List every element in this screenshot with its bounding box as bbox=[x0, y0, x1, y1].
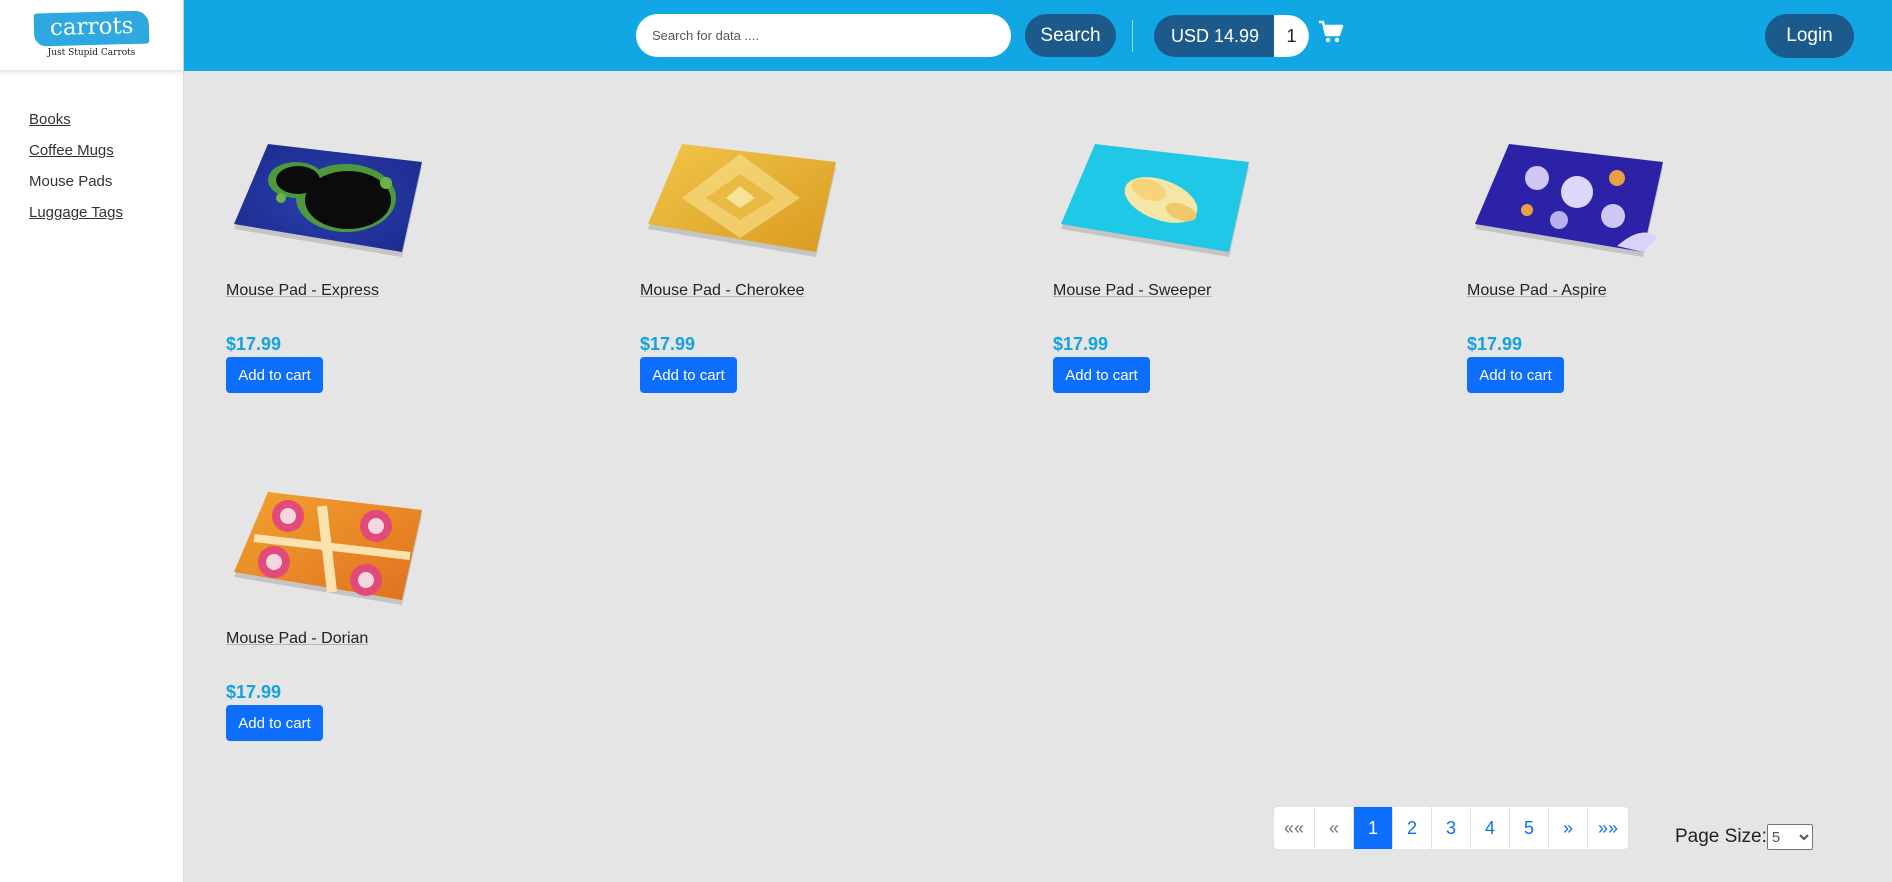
product-title[interactable]: Mouse Pad - Express bbox=[226, 282, 379, 300]
product-price: $17.99 bbox=[640, 334, 696, 354]
page-button-4[interactable]: 4 bbox=[1470, 807, 1509, 849]
category-nav: Books Coffee Mugs Mouse Pads Luggage Tag… bbox=[0, 71, 183, 222]
product-card: Mouse Pad - Express $17.99 Add to cart bbox=[226, 128, 486, 393]
logo-wordmark: carrots bbox=[33, 10, 150, 47]
pagination: «« « 1 2 3 4 5 » »» bbox=[1273, 806, 1630, 850]
sidebar-item-luggage-tags[interactable]: Luggage Tags bbox=[29, 204, 123, 221]
page-button-3[interactable]: 3 bbox=[1431, 807, 1470, 849]
page-size-control: Page Size: 5 bbox=[1675, 824, 1813, 850]
sidebar-item-mouse-pads[interactable]: Mouse Pads bbox=[29, 173, 112, 190]
search-button[interactable]: Search bbox=[1025, 14, 1116, 57]
first-page-button[interactable]: «« bbox=[1274, 807, 1314, 849]
product-image-aspire[interactable] bbox=[1467, 128, 1673, 268]
balance-amount: USD 14.99 bbox=[1154, 15, 1275, 57]
product-title[interactable]: Mouse Pad - Sweeper bbox=[1053, 282, 1211, 300]
previous-page-button[interactable]: « bbox=[1314, 807, 1353, 849]
product-image-sweeper[interactable] bbox=[1053, 128, 1259, 268]
sidebar-item-coffee-mugs[interactable]: Coffee Mugs bbox=[29, 142, 114, 159]
page-size-select[interactable]: 5 bbox=[1766, 824, 1813, 850]
add-to-cart-button[interactable]: Add to cart bbox=[226, 357, 323, 393]
product-title[interactable]: Mouse Pad - Aspire bbox=[1467, 282, 1607, 300]
product-image-dorian[interactable] bbox=[226, 476, 432, 616]
shopping-cart-icon[interactable] bbox=[1318, 20, 1344, 44]
product-title[interactable]: Mouse Pad - Cherokee bbox=[640, 282, 805, 300]
product-price: $17.99 bbox=[226, 334, 282, 354]
add-to-cart-button[interactable]: Add to cart bbox=[1053, 357, 1150, 393]
product-price: $17.99 bbox=[226, 682, 282, 702]
product-card: Mouse Pad - Sweeper $17.99 Add to cart bbox=[1053, 128, 1313, 393]
logo-tagline: Just Stupid Carrots bbox=[47, 48, 136, 58]
cart-count-badge: 1 bbox=[1274, 15, 1310, 57]
product-card: Mouse Pad - Cherokee $17.99 Add to cart bbox=[640, 128, 900, 393]
logo[interactable]: carrots Just Stupid Carrots bbox=[0, 0, 183, 71]
sidebar: carrots Just Stupid Carrots Books Coffee… bbox=[0, 0, 184, 882]
top-header: Search USD 14.99 1 Login bbox=[184, 0, 1892, 71]
balance-pill[interactable]: USD 14.99 1 bbox=[1154, 15, 1310, 57]
search-input[interactable] bbox=[636, 14, 1011, 57]
page-button-2[interactable]: 2 bbox=[1392, 807, 1431, 849]
next-page-button[interactable]: » bbox=[1548, 807, 1587, 849]
page-size-label: Page Size: bbox=[1675, 826, 1767, 847]
add-to-cart-button[interactable]: Add to cart bbox=[640, 357, 737, 393]
sidebar-item-books[interactable]: Books bbox=[29, 111, 71, 128]
product-image-express[interactable] bbox=[226, 128, 432, 268]
product-price: $17.99 bbox=[1053, 334, 1109, 354]
product-image-cherokee[interactable] bbox=[640, 128, 846, 268]
add-to-cart-button[interactable]: Add to cart bbox=[1467, 357, 1564, 393]
header-divider bbox=[1132, 20, 1133, 52]
add-to-cart-button[interactable]: Add to cart bbox=[226, 705, 323, 741]
page-button-1[interactable]: 1 bbox=[1353, 807, 1393, 849]
product-price: $17.99 bbox=[1467, 334, 1523, 354]
page-button-5[interactable]: 5 bbox=[1509, 807, 1548, 849]
login-button[interactable]: Login bbox=[1765, 14, 1854, 58]
product-title[interactable]: Mouse Pad - Dorian bbox=[226, 630, 368, 648]
product-card: Mouse Pad - Dorian $17.99 Add to cart bbox=[226, 476, 486, 741]
last-page-button[interactable]: »» bbox=[1587, 807, 1628, 849]
product-card: Mouse Pad - Aspire $17.99 Add to cart bbox=[1467, 128, 1727, 393]
